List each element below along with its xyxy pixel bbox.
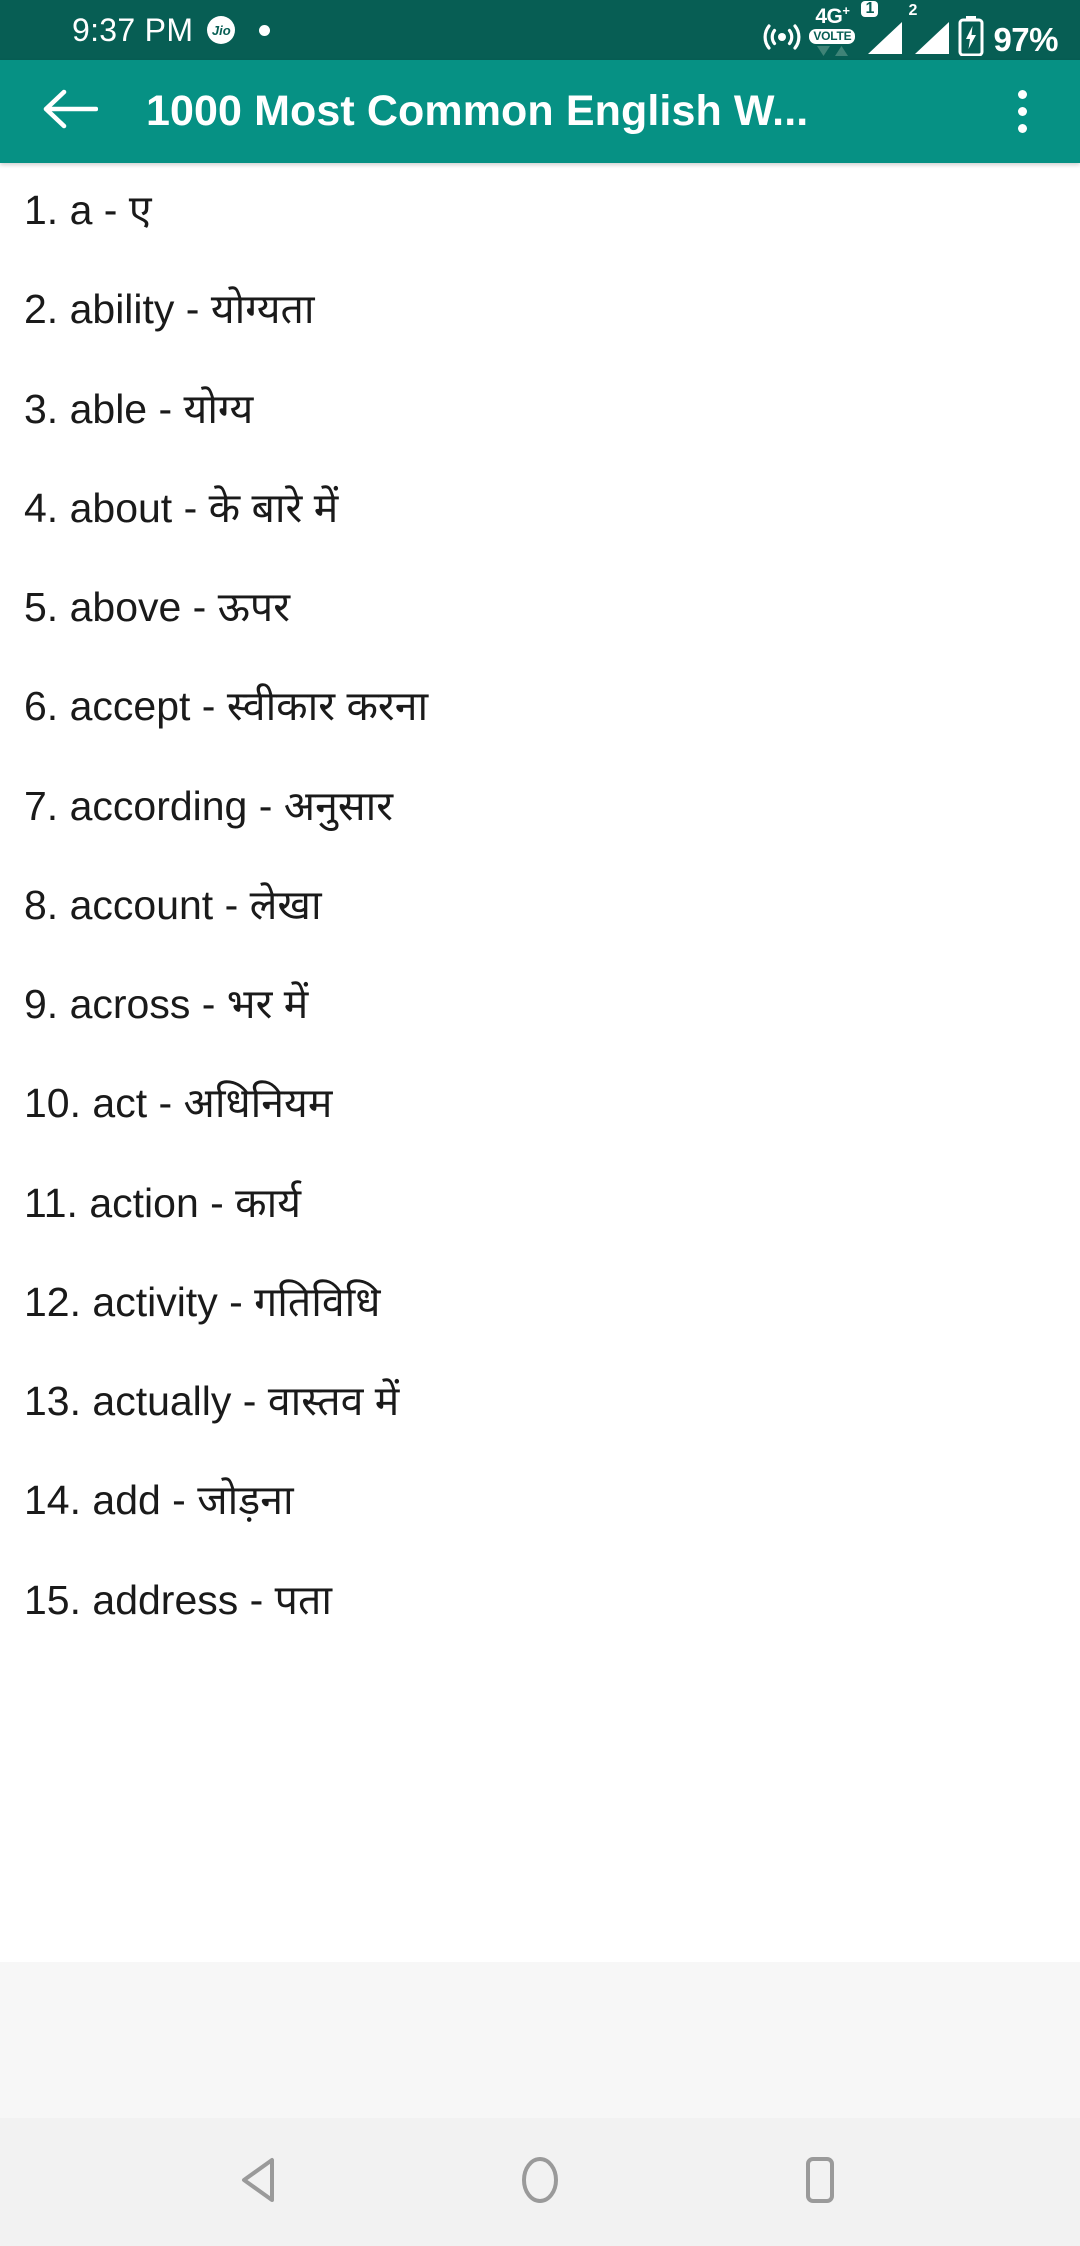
list-item[interactable]: 13. actually - वास्तव में xyxy=(0,1376,1080,1427)
list-item[interactable]: 9. across - भर में xyxy=(0,979,1080,1030)
more-vertical-icon xyxy=(1017,107,1027,116)
list-item[interactable]: 8. account - लेखा xyxy=(0,880,1080,931)
list-item[interactable]: 11. action - कार्य xyxy=(0,1178,1080,1229)
sim1-label: 1 xyxy=(861,0,879,17)
hotspot-icon xyxy=(762,13,802,56)
word-list-scroll-area[interactable]: 1. a - ए 2. ability - योग्यता 3. able - … xyxy=(0,163,1080,1962)
data-arrows-icon xyxy=(816,45,848,56)
list-item[interactable]: 4. about - के बारे में xyxy=(0,483,1080,534)
list-item[interactable]: 3. able - योग्य xyxy=(0,384,1080,435)
status-bar-right: 4G+ VOLTE 1 2 97% xyxy=(762,0,1058,58)
more-vertical-icon xyxy=(1017,124,1027,133)
network-type-label: 4G+ xyxy=(815,3,850,29)
nav-home-button[interactable] xyxy=(485,2127,595,2237)
list-item[interactable]: 5. above - ऊपर xyxy=(0,582,1080,633)
nav-back-button[interactable] xyxy=(205,2127,315,2237)
volte-icon: 4G+ VOLTE xyxy=(809,3,856,56)
signal-sim2-icon: 2 xyxy=(908,2,951,56)
volte-label: VOLTE xyxy=(809,29,856,44)
list-item[interactable]: 7. according - अनुसार xyxy=(0,781,1080,832)
more-vertical-icon xyxy=(1017,90,1027,99)
page-title: 1000 Most Common English W... xyxy=(146,87,809,135)
battery-percent-label: 97% xyxy=(993,20,1058,58)
home-circle-icon xyxy=(517,2154,563,2211)
list-item[interactable]: 1. a - ए xyxy=(0,185,1080,236)
sim2-label: 2 xyxy=(908,1,918,19)
status-bar: 9:37 PM Jio 4G+ VOLTE 1 2 97% xyxy=(0,0,1080,60)
signal-sim1-icon: 1 xyxy=(861,0,904,56)
notification-dot-icon xyxy=(259,24,271,36)
list-item[interactable]: 14. add - जोड़ना xyxy=(0,1475,1080,1526)
android-navigation-bar xyxy=(0,2118,1080,2246)
status-bar-left: 9:37 PM Jio xyxy=(72,12,271,48)
arrow-back-icon xyxy=(42,88,99,135)
status-clock: 9:37 PM xyxy=(72,12,194,48)
word-list: 1. a - ए 2. ability - योग्यता 3. able - … xyxy=(0,163,1080,1626)
jio-carrier-icon: Jio xyxy=(207,16,236,44)
list-item[interactable]: 2. ability - योग्यता xyxy=(0,284,1080,335)
app-bar: 1000 Most Common English W... xyxy=(0,60,1080,163)
list-item[interactable]: 10. act - अधिनियम xyxy=(0,1078,1080,1129)
back-button[interactable] xyxy=(34,76,106,148)
recents-square-icon xyxy=(800,2155,840,2210)
phone-screen: 9:37 PM Jio 4G+ VOLTE 1 2 97% 1000 Most … xyxy=(0,0,1080,2246)
list-item[interactable]: 12. activity - गतिविधि xyxy=(0,1277,1080,1328)
nav-recents-button[interactable] xyxy=(765,2127,875,2237)
bottom-spacer xyxy=(0,1962,1080,2118)
back-triangle-icon xyxy=(238,2156,282,2209)
list-item[interactable]: 6. accept - स्वीकार करना xyxy=(0,681,1080,732)
list-item[interactable]: 15. address - पता xyxy=(0,1575,1080,1626)
battery-charging-icon xyxy=(958,15,984,56)
overflow-menu-button[interactable] xyxy=(990,76,1054,148)
